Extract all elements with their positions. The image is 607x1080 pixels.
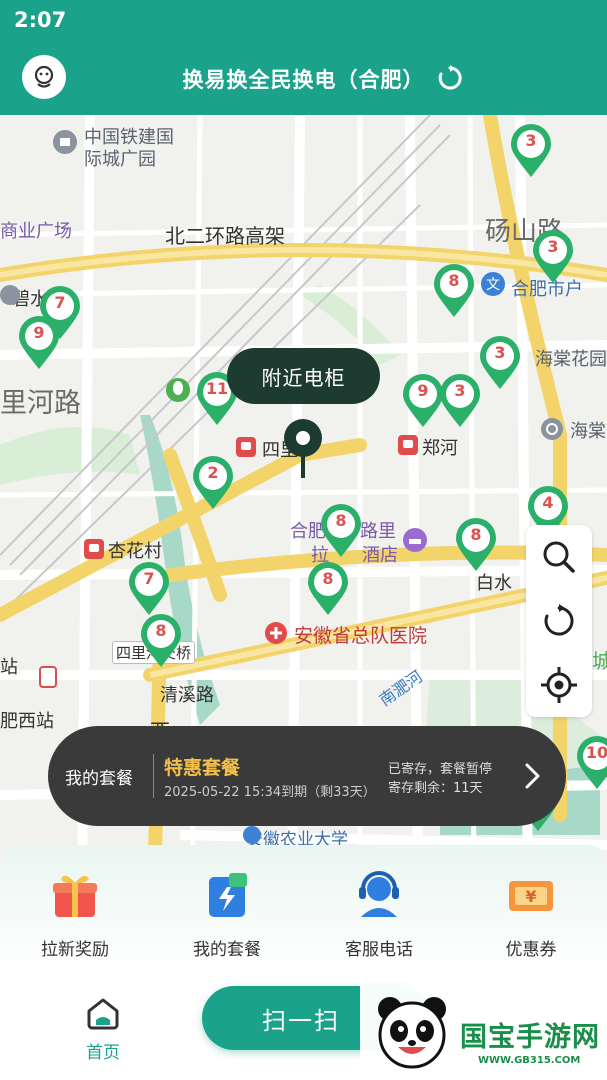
cabinet-pin[interactable]: 8 xyxy=(306,561,350,617)
hospital-icon xyxy=(265,622,287,644)
school-icon xyxy=(243,826,261,844)
app-header: 2:07 换易换全民换电（合肥） xyxy=(0,0,607,115)
cabinet-pin[interactable]: 3 xyxy=(531,229,575,285)
map-label: 杏花村 xyxy=(108,541,162,562)
cabinet-pin[interactable]: 8 xyxy=(139,613,183,669)
location-marker-icon xyxy=(284,419,322,478)
tab-home[interactable]: 首页 xyxy=(73,996,133,1063)
map-label: 际城广园 xyxy=(84,149,156,170)
cabinet-pin[interactable]: 9 xyxy=(17,315,61,371)
gift-icon xyxy=(53,875,97,917)
park-icon xyxy=(166,378,190,402)
cabinet-pin[interactable]: 8 xyxy=(432,263,476,319)
map-label: 肥西站 xyxy=(0,711,54,732)
poi-icon xyxy=(0,285,20,305)
package-status: 已寄存，套餐暂停 xyxy=(388,762,493,777)
hotel-icon xyxy=(403,528,427,552)
map-label: 安徽省总队医院 xyxy=(294,625,428,647)
svg-text:¥: ¥ xyxy=(525,887,536,906)
my-package-bar[interactable]: 我的套餐 特惠套餐 2025-05-22 15:34到期（剩33天） 已寄存，套… xyxy=(48,726,566,826)
map-label: 清溪路 xyxy=(160,685,214,706)
battery-package-icon xyxy=(209,873,247,917)
railway-station-icon xyxy=(39,666,57,688)
watermark-text: 国宝手游网 xyxy=(460,1022,600,1053)
refresh-icon[interactable] xyxy=(539,601,579,641)
watermark-url: WWW.GB315.COM xyxy=(478,1055,581,1066)
metro-icon xyxy=(84,539,104,559)
cabinet-pin[interactable]: 8 xyxy=(319,503,363,559)
nearby-cabinet-button[interactable]: 附近电柜 xyxy=(227,348,380,404)
package-expire: 2025-05-22 15:34到期（剩33天） xyxy=(164,785,376,800)
home-icon xyxy=(87,998,119,1030)
metro-icon xyxy=(236,437,256,457)
divider xyxy=(153,754,154,798)
cabinet-pin[interactable]: 7 xyxy=(127,561,171,617)
poi-icon xyxy=(53,130,77,154)
chevron-right-icon[interactable] xyxy=(518,760,546,792)
map-label: 海棠花园 xyxy=(535,349,607,370)
map-label: 北二环路高架 xyxy=(165,224,285,248)
quick-actions: 拉新奖励 我的套餐 客服电话 ¥ 优惠券 xyxy=(0,845,607,970)
search-icon[interactable] xyxy=(539,537,579,577)
map-controls xyxy=(526,525,592,717)
package-remain: 寄存剩余：11天 xyxy=(388,781,483,796)
status-time: 2:07 xyxy=(14,8,67,32)
map-label: 路里 xyxy=(360,521,396,542)
quick-action-coupon[interactable]: ¥ 优惠券 xyxy=(466,869,596,960)
map-label: 站 xyxy=(0,657,18,678)
map-label: 商业广场 xyxy=(0,221,72,242)
government-icon: 文 xyxy=(481,272,505,296)
panda-logo-icon xyxy=(378,997,446,1069)
quick-action-invite-reward[interactable]: 拉新奖励 xyxy=(10,869,140,960)
cabinet-pin[interactable]: 3 xyxy=(438,373,482,429)
quick-action-my-package[interactable]: 我的套餐 xyxy=(162,869,292,960)
quick-action-customer-service[interactable]: 客服电话 xyxy=(314,869,444,960)
customer-service-icon xyxy=(359,871,399,917)
svg-text:文: 文 xyxy=(486,277,500,293)
package-name: 特惠套餐 xyxy=(164,757,241,779)
refresh-icon[interactable] xyxy=(436,64,464,92)
map-label: 里河路 xyxy=(0,388,81,419)
cabinet-pin[interactable]: 3 xyxy=(509,123,553,179)
cabinet-pin[interactable]: 10 xyxy=(575,735,607,791)
package-label: 我的套餐 xyxy=(65,769,133,789)
cabinet-pin[interactable]: 3 xyxy=(478,335,522,391)
cabinet-pin[interactable]: 8 xyxy=(454,517,498,573)
coupon-icon: ¥ xyxy=(509,881,553,911)
locate-icon[interactable] xyxy=(539,665,579,705)
map-label: 海棠 xyxy=(570,421,606,442)
cabinet-pin[interactable]: 2 xyxy=(191,455,235,511)
map-label: 城 xyxy=(592,649,607,673)
map-label: 郑河 xyxy=(422,438,458,459)
map-label: 酒店 xyxy=(362,545,398,566)
watermark-logo: 国宝手游网 WWW.GB315.COM xyxy=(360,985,607,1080)
page-title: 换易换全民换电（合肥） xyxy=(182,68,425,92)
metro-icon xyxy=(398,435,418,455)
poi-icon xyxy=(541,418,563,440)
